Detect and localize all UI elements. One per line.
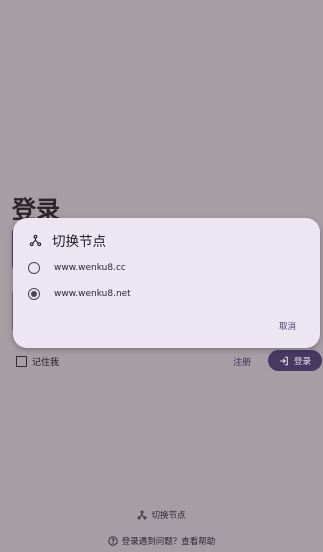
node-option[interactable]: www.wenku8.net: [28, 288, 131, 300]
remember-me[interactable]: 记住我: [16, 355, 59, 368]
help-link[interactable]: 登录遇到问题？查看帮助: [0, 535, 323, 547]
dialog-header: 切换节点: [29, 230, 106, 250]
radio-selected-icon[interactable]: [28, 288, 40, 300]
node-option-label: www.wenku8.cc: [54, 263, 126, 273]
node-option[interactable]: www.wenku8.cc: [28, 262, 126, 274]
switch-node-link[interactable]: 切换节点: [0, 509, 323, 521]
radio-unselected-icon[interactable]: [28, 262, 40, 274]
checkbox-icon[interactable]: [16, 356, 27, 367]
node-icon: [138, 510, 147, 520]
help-label: 登录遇到问题？查看帮助: [121, 537, 216, 547]
cancel-button[interactable]: 取消: [279, 320, 296, 332]
help-icon: [108, 536, 118, 546]
node-icon: [29, 234, 42, 246]
node-option-label: www.wenku8.net: [54, 289, 131, 299]
login-icon: [280, 356, 288, 365]
register-button[interactable]: 注册: [233, 355, 251, 368]
login-button-label: 登录: [293, 356, 311, 367]
dialog-title: 切换节点: [52, 234, 106, 250]
switch-node-dialog: 切换节点 www.wenku8.cc www.wenku8.net 取消: [13, 218, 320, 348]
login-button[interactable]: 登录: [268, 350, 322, 371]
remember-me-label: 记住我: [32, 358, 60, 368]
switch-node-label: 切换节点: [151, 511, 186, 521]
